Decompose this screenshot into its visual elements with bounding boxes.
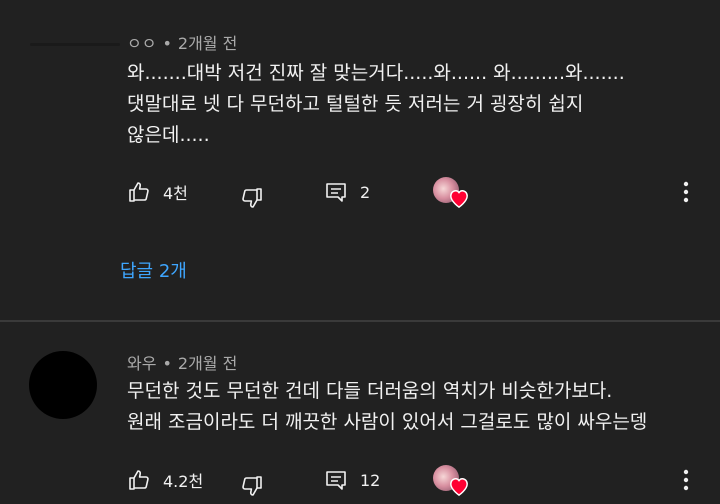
comment-meta: 와우 • 2개월 전 <box>127 350 237 374</box>
thumb-down-icon <box>242 188 262 208</box>
creator-heart <box>433 174 468 210</box>
reply-icon <box>326 183 346 202</box>
meta-separator: • <box>162 34 172 53</box>
creator-heart <box>433 462 468 498</box>
comment-text-line: 댓말대로 넷 다 무던하고 털털한 듯 저러는 거 굉장히 쉽지 <box>127 93 584 115</box>
comment-author[interactable]: 와우 <box>127 354 156 373</box>
thumb-up-icon <box>129 470 149 490</box>
comment-actions: 4천 2 <box>127 174 707 210</box>
comment-text-line: 와.......대박 저건 진짜 잘 맞는거다.....와...... 와...… <box>127 62 625 84</box>
comment-time[interactable]: 2개월 전 <box>178 34 237 53</box>
comment-time[interactable]: 2개월 전 <box>178 354 237 373</box>
meta-separator: • <box>162 354 172 373</box>
more-vert-icon <box>683 469 689 491</box>
dislike-button[interactable] <box>240 468 264 504</box>
reply-icon <box>326 471 346 490</box>
reply-count: 2 <box>360 182 371 202</box>
creator-heart-icon <box>450 477 468 496</box>
thumb-down-icon <box>242 476 262 496</box>
comment-meta: ㅇㅇ • 2개월 전 <box>127 30 237 54</box>
reply-button[interactable]: 12 <box>324 462 380 498</box>
thumb-up-icon <box>129 182 149 202</box>
comment-author[interactable]: ㅇㅇ <box>127 34 156 53</box>
comment-text-line: 않은데..... <box>127 124 210 146</box>
comment-actions: 4.2천 12 <box>127 462 707 498</box>
like-count: 4천 <box>163 184 188 203</box>
avatar[interactable] <box>29 351 97 419</box>
reply-count: 12 <box>360 470 381 490</box>
comment-text-line: 원래 조금이라도 더 깨끗한 사람이 있어서 그걸로도 많이 싸우는뎅 <box>127 411 648 433</box>
reply-button[interactable]: 2 <box>324 174 370 210</box>
like-button[interactable]: 4.2천 <box>127 462 203 498</box>
comment-text: 무던한 것도 무던한 건데 다들 더러움의 역치가 비슷한가보다. 원래 조금이… <box>127 376 707 438</box>
creator-heart-icon <box>450 189 468 208</box>
avatar[interactable] <box>30 43 120 46</box>
more-actions-button[interactable] <box>683 174 689 210</box>
dislike-button[interactable] <box>240 180 264 216</box>
comment-1: ㅇㅇ • 2개월 전 와.......대박 저건 진짜 잘 맞는거다.....와..… <box>0 0 720 320</box>
comment-text: 와.......대박 저건 진짜 잘 맞는거다.....와...... 와...… <box>127 58 707 151</box>
comment-2: 와우 • 2개월 전 무던한 것도 무던한 건데 다들 더러움의 역치가 비슷한가보… <box>0 322 720 503</box>
view-replies-link[interactable]: 답글 2개 <box>120 257 187 283</box>
more-vert-icon <box>683 181 689 203</box>
more-actions-button[interactable] <box>683 462 689 498</box>
like-button[interactable]: 4천 <box>127 174 188 210</box>
like-count: 4.2천 <box>163 472 204 491</box>
comment-text-line: 무던한 것도 무던한 건데 다들 더러움의 역치가 비슷한가보다. <box>127 380 613 402</box>
